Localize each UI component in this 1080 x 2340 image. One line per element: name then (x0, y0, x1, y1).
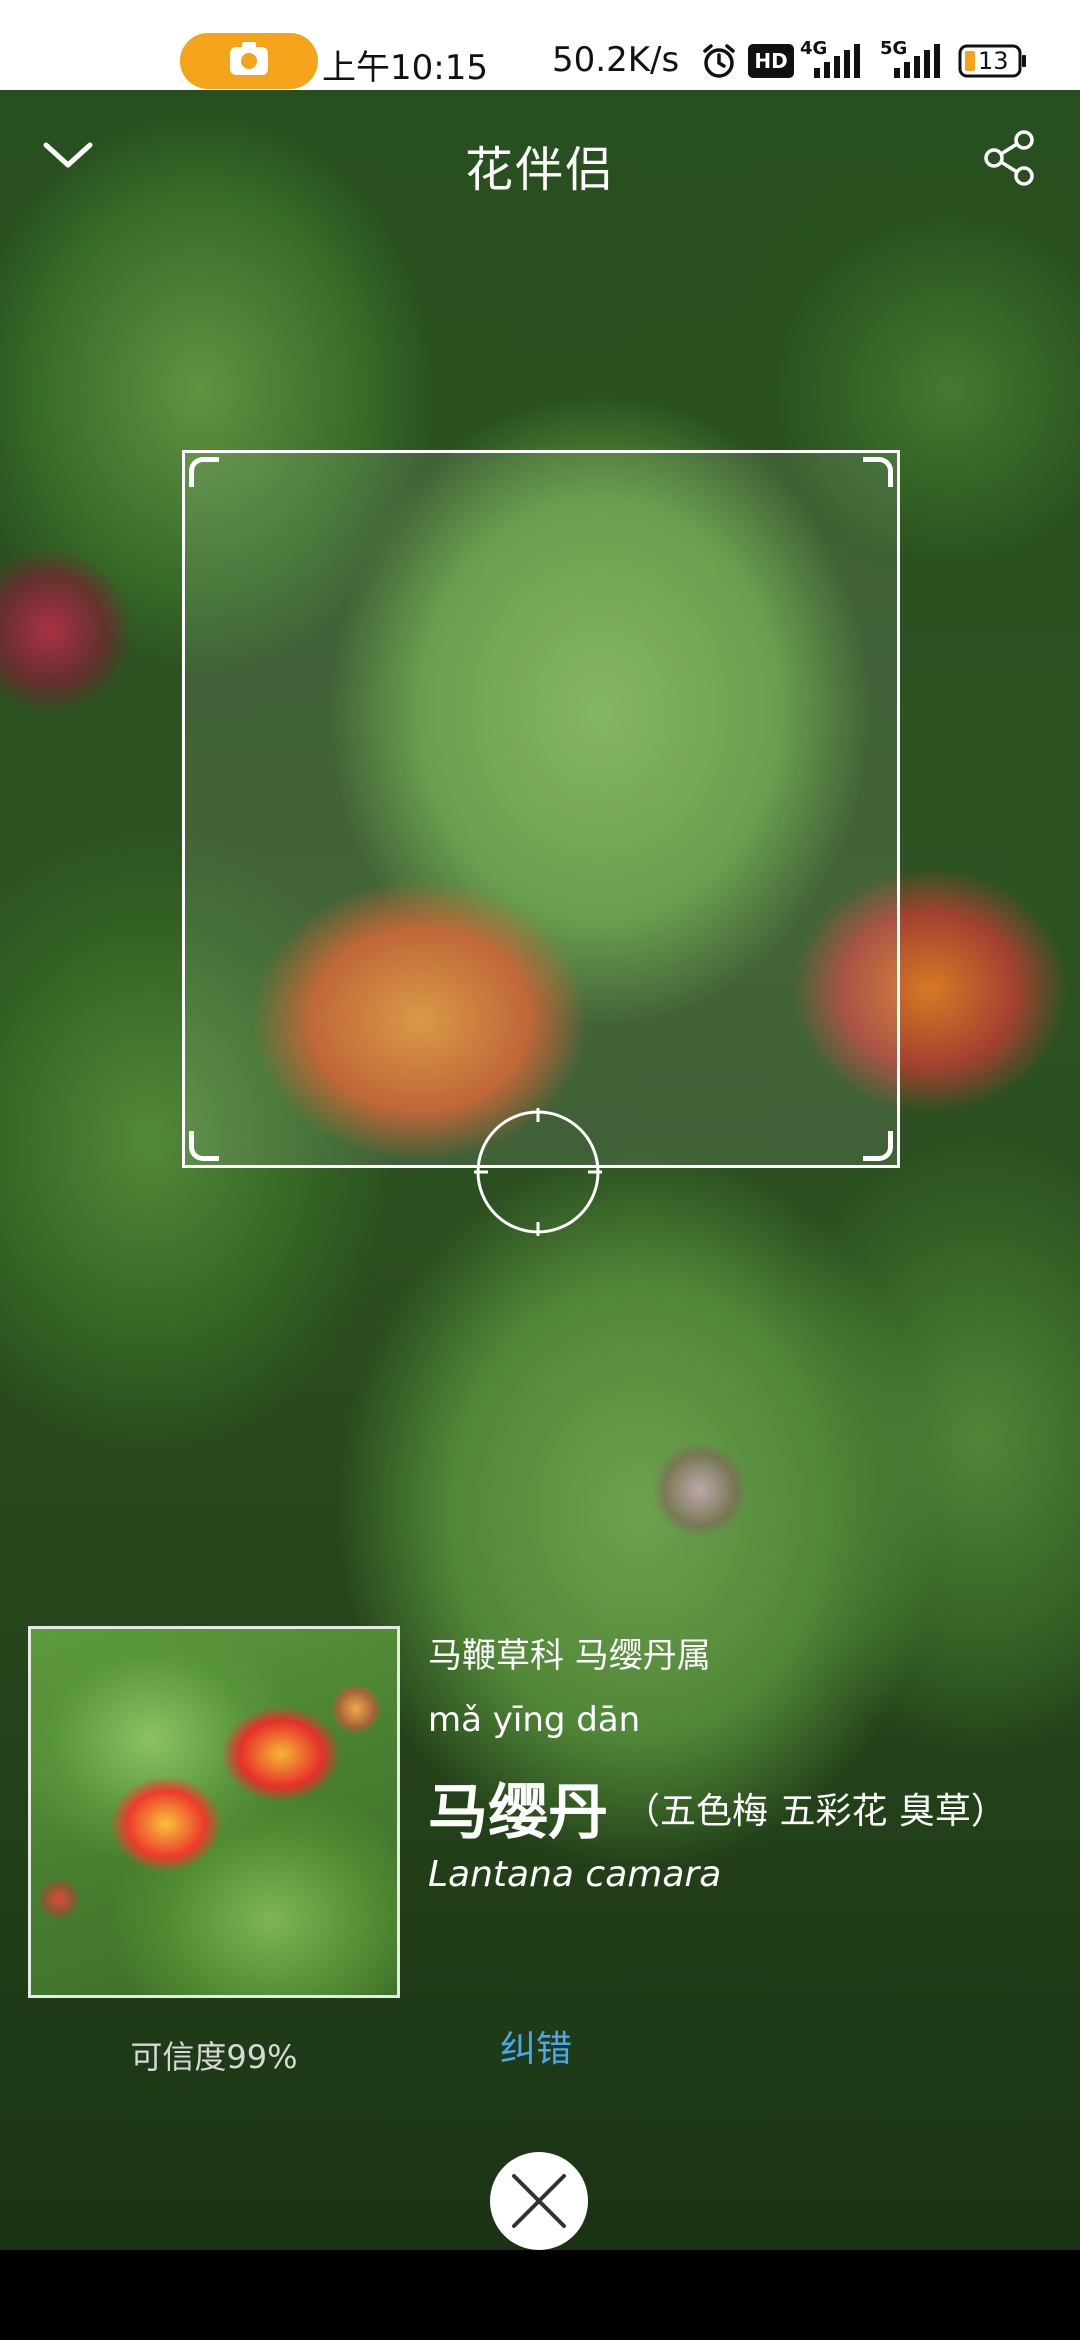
camera-icon (230, 42, 268, 75)
plant-alias: （五色梅 五彩花 臭草） (624, 1790, 1007, 1832)
frame-corner-top-right (863, 457, 893, 487)
signal-5g-icon (894, 44, 940, 78)
plant-name: 马缨丹 (428, 1778, 608, 1848)
camera-recording-pill[interactable] (180, 33, 318, 89)
frame-corner-bottom-left (189, 1131, 219, 1161)
scan-frame (182, 450, 900, 1168)
plant-name-row: 马缨丹 （五色梅 五彩花 臭草） (428, 1764, 1007, 1851)
alarm-icon (703, 44, 735, 78)
plant-pinyin: mǎ yīng dān (428, 1700, 641, 1740)
family-genus: 马鞭草科 马缨丹属 (428, 1636, 711, 1676)
status-time: 上午10:15 (322, 48, 488, 88)
network-speed: 50.2K/s (552, 40, 680, 80)
share-icon[interactable] (980, 128, 1040, 188)
frame-corner-top-left (189, 457, 219, 487)
hd-icon: HD (748, 44, 794, 78)
page-title: 花伴侣 (464, 142, 615, 198)
correct-error-link[interactable]: 纠错 (500, 2020, 572, 2072)
status-bar: 上午10:15 50.2K/s HD 4G 5G 13 (0, 0, 1080, 90)
result-thumbnail[interactable] (28, 1626, 400, 1998)
signal-4g-icon (814, 44, 860, 78)
battery-level: 13 (978, 47, 1009, 75)
confidence-label: 可信度99% (130, 2038, 298, 2076)
close-button[interactable] (490, 2152, 588, 2250)
system-navigation-bar (0, 2250, 1080, 2340)
focus-crosshair-icon (474, 1108, 602, 1236)
close-icon (512, 2174, 566, 2228)
frame-corner-bottom-right (863, 1131, 893, 1161)
plant-latin-name: Lantana camara (428, 1854, 722, 1895)
